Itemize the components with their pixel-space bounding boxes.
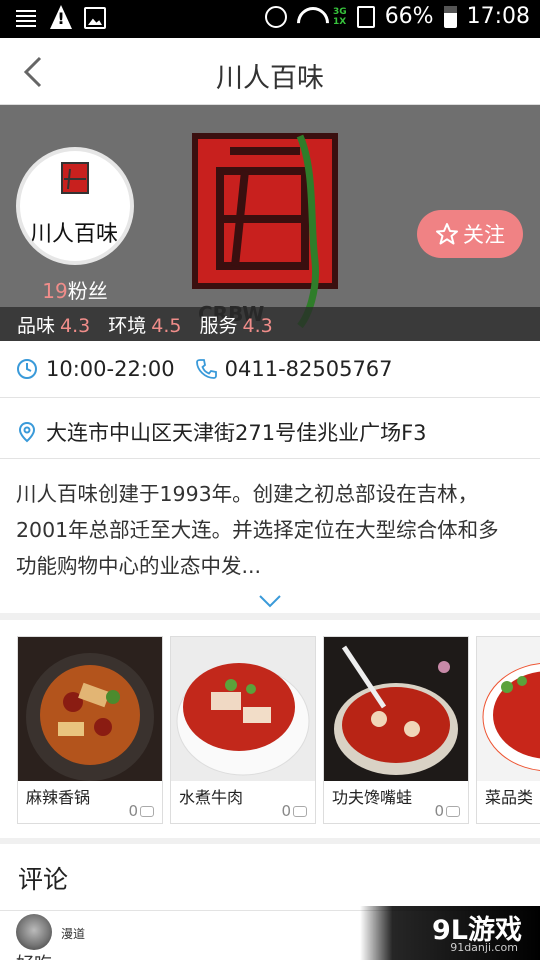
wifi-icon bbox=[297, 7, 323, 27]
dish-image bbox=[171, 637, 315, 781]
status-right: 3G 1X 66% 17:08 bbox=[265, 4, 530, 29]
dish-comment-count: 0 bbox=[434, 802, 460, 820]
location-pin-icon bbox=[18, 421, 36, 442]
clock: 17:08 bbox=[466, 4, 530, 29]
restaurant-banner: CRBW 川人百味 19粉丝 关注 品味4.3 环境4.5 服务4.3 bbox=[0, 105, 540, 341]
comment-icon bbox=[140, 805, 154, 817]
alarm-icon bbox=[265, 5, 288, 28]
follow-button[interactable]: 关注 bbox=[417, 210, 523, 258]
dish-name: 水煮牛肉 bbox=[179, 788, 244, 807]
dish-card[interactable]: 水煮牛肉 0 bbox=[170, 636, 316, 824]
dish-carousel[interactable]: 麻辣香锅 0 水煮牛肉 0 功夫馋嘴蛙 0 菜品类 bbox=[0, 636, 540, 824]
phone-number[interactable]: 0411-82505767 bbox=[225, 357, 393, 381]
comments-heading: 评论 bbox=[18, 865, 69, 894]
image-icon bbox=[84, 7, 106, 29]
address-row[interactable]: 大连市中山区天津街271号佳兆业广场F3 bbox=[0, 405, 540, 459]
section-divider bbox=[0, 613, 540, 620]
watermark-url: 91danji.com bbox=[450, 941, 518, 954]
avatar[interactable] bbox=[16, 914, 52, 950]
watermark: 9L游戏 91danji.com bbox=[360, 906, 540, 960]
dish-name: 菜品类 bbox=[485, 788, 534, 807]
rating-service: 服务 4.3 bbox=[199, 314, 273, 337]
follow-label: 关注 bbox=[463, 223, 505, 247]
restaurant-avatar[interactable]: 川人百味 bbox=[16, 147, 134, 265]
chevron-down-icon[interactable] bbox=[258, 593, 282, 609]
menu-icon bbox=[16, 7, 38, 29]
status-left bbox=[16, 7, 106, 29]
rating-taste: 品味 4.3 bbox=[17, 314, 91, 337]
dish-card[interactable]: 菜品类 bbox=[476, 636, 540, 824]
fans-count: 19粉丝 bbox=[18, 275, 132, 304]
opening-hours: 10:00-22:00 bbox=[46, 357, 175, 381]
avatar-text: 川人百味 bbox=[30, 222, 118, 247]
avatar-logo: 川人百味 bbox=[30, 162, 118, 247]
divider bbox=[0, 398, 540, 405]
dish-name: 功夫馋嘴蛙 bbox=[332, 788, 413, 807]
dish-comment-count: 0 bbox=[128, 802, 154, 820]
sim-icon bbox=[356, 5, 375, 28]
ratings-bar: 品味 4.3 环境 4.5 服务 4.3 bbox=[0, 307, 540, 341]
dish-image bbox=[477, 637, 540, 781]
dish-image bbox=[324, 637, 468, 781]
comment-icon bbox=[446, 805, 460, 817]
fans-label: 粉丝 bbox=[67, 279, 108, 303]
dish-image bbox=[18, 637, 162, 781]
fans-number: 19 bbox=[42, 279, 68, 303]
hours-phone-row: 10:00-22:00 0411-82505767 bbox=[0, 341, 540, 398]
network-type: 3G 1X bbox=[333, 6, 347, 27]
phone-icon[interactable] bbox=[195, 358, 217, 380]
rating-environment: 环境 4.5 bbox=[108, 314, 182, 337]
dish-comment-count: 0 bbox=[281, 802, 307, 820]
page-title: 川人百味 bbox=[216, 63, 324, 94]
address-text: 大连市中山区天津街271号佳兆业广场F3 bbox=[46, 420, 427, 445]
dish-card[interactable]: 功夫馋嘴蛙 0 bbox=[323, 636, 469, 824]
restaurant-logo: CRBW bbox=[192, 133, 338, 329]
comment-icon bbox=[293, 805, 307, 817]
dish-card[interactable]: 麻辣香锅 0 bbox=[17, 636, 163, 824]
dish-name: 麻辣香锅 bbox=[26, 788, 91, 807]
clock-icon bbox=[17, 359, 37, 379]
battery-percent: 66% bbox=[384, 4, 434, 29]
comment-username: 漫道 bbox=[61, 927, 86, 941]
warning-icon bbox=[50, 7, 72, 29]
app-header: 川人百味 bbox=[0, 38, 540, 105]
status-bar: 3G 1X 66% 17:08 bbox=[0, 0, 540, 38]
comment-text: 好吃 bbox=[16, 950, 52, 960]
section-divider bbox=[0, 838, 540, 844]
restaurant-description: 川人百味创建于1993年。创建之初总部设在吉林，2001年总部迁至大连。并选择定… bbox=[16, 482, 499, 578]
star-icon bbox=[436, 223, 458, 245]
battery-icon bbox=[443, 5, 457, 28]
